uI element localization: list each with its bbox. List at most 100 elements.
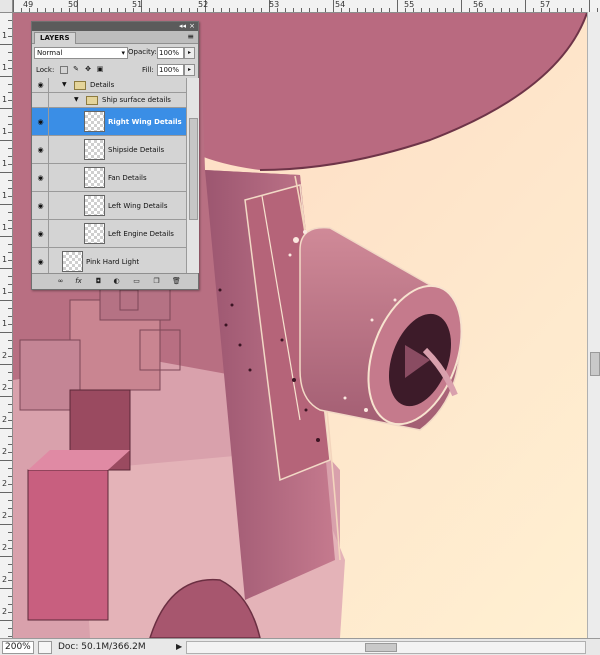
vertical-scrollbar[interactable] [587,12,600,638]
layer-group-details[interactable]: ◉ ▼ Details [32,78,186,93]
layer-row-pink-hard-light[interactable]: ◉ Pink Hard Light [32,248,186,273]
layer-thumbnail [84,139,105,160]
layer-thumbnail [84,195,105,216]
fill-field[interactable]: 100% [157,64,184,76]
ruler-label: 2 [2,575,8,584]
disclosure-triangle-icon[interactable]: ▼ [62,81,67,88]
opacity-field[interactable]: 100% [157,47,184,59]
trash-icon[interactable]: 🗑 [172,277,181,285]
link-icon[interactable]: ∞ [56,277,65,285]
eye-icon: ◉ [37,201,44,210]
layer-row-left-engine-details[interactable]: ◉ Left Engine Details [32,220,186,248]
layer-name: Details [90,81,115,89]
horizontal-scroll-thumb[interactable] [365,643,397,652]
layer-thumbnail [62,251,83,272]
disclosure-triangle-icon[interactable]: ▼ [74,96,79,103]
ruler-label: 1 [2,31,8,40]
close-panel-icon[interactable]: × [189,22,195,31]
horizontal-scrollbar[interactable] [186,641,586,654]
horizontal-ruler[interactable]: 49 50 51 52 53 54 55 56 57 [0,0,600,13]
visibility-toggle[interactable]: ◉ [33,220,49,247]
lock-pixels-icon[interactable]: ✎ [72,65,80,73]
status-menu-arrow-icon[interactable]: ▶ [176,642,182,651]
visibility-toggle[interactable] [33,93,49,107]
ruler-label: 1 [2,223,8,232]
layer-row-left-wing-details[interactable]: ◉ Left Wing Details [32,192,186,220]
layer-group-ship-surface-details[interactable]: ▼ Ship surface details [32,93,186,108]
ruler-label: 53 [269,0,280,9]
new-layer-icon[interactable]: ❐ [152,277,161,285]
ruler-label: 1 [2,95,8,104]
vertical-scroll-thumb[interactable] [590,352,600,376]
ruler-label: 2 [2,607,8,616]
fill-slider-icon[interactable]: ▸ [184,64,195,76]
panel-menu-icon[interactable]: ≡ [187,32,194,42]
ruler-label: 50 [68,0,79,9]
lock-transparency-icon[interactable] [60,66,68,74]
lock-row: Lock: ✎ ✥ ▣ Fill: 100% ▸ [32,61,198,79]
eye-icon: ◉ [37,257,44,266]
layer-thumbnail [84,167,105,188]
collapse-panel-icon[interactable]: ◂◂ [179,22,186,31]
ruler-label: 57 [540,0,551,9]
layer-name: Ship surface details [102,96,171,104]
mask-icon[interactable]: ◘ [94,277,103,285]
visibility-toggle[interactable]: ◉ [33,164,49,191]
document-info-icon[interactable] [38,641,52,654]
eye-icon: ◉ [37,173,44,182]
eye-icon: ◉ [37,117,44,126]
ruler-label: 2 [2,351,8,360]
ruler-label: 54 [335,0,346,9]
ruler-label: 2 [2,383,8,392]
new-group-icon[interactable]: ▭ [132,277,141,285]
visibility-toggle[interactable]: ◉ [33,78,49,92]
ruler-label: 1 [2,319,8,328]
visibility-toggle[interactable]: ◉ [33,192,49,219]
ruler-label: 1 [2,63,8,72]
layer-name: Left Engine Details [108,229,174,238]
visibility-toggle[interactable]: ◉ [33,108,49,135]
eye-icon: ◉ [37,145,44,154]
lock-position-icon[interactable]: ✥ [84,65,92,73]
fx-icon[interactable]: fx [74,277,83,285]
folder-icon [86,96,98,105]
layer-name: Fan Details [108,173,147,182]
opacity-slider-icon[interactable]: ▸ [184,47,195,59]
panel-tab-row: LAYERS ≡ [32,31,198,44]
layers-list: ◉ ▼ Details ▼ Ship surface details ◉ Rig… [32,78,186,273]
layer-thumbnail [84,111,105,132]
vertical-ruler[interactable]: 1 1 1 1 1 1 1 1 1 1 2 2 2 2 2 2 2 2 2 [0,12,13,638]
layer-thumbnail [84,223,105,244]
document-size-info: Doc: 50.1M/366.2M [58,642,146,652]
ruler-label: 2 [2,543,8,552]
chevron-down-icon: ▾ [121,49,125,57]
layer-row-fan-details[interactable]: ◉ Fan Details [32,164,186,192]
adjustment-icon[interactable]: ◐ [112,277,121,285]
visibility-toggle[interactable]: ◉ [33,248,49,273]
eye-icon: ◉ [37,229,44,238]
ruler-label: 1 [2,127,8,136]
ruler-origin[interactable] [0,0,13,13]
layer-row-shipside-details[interactable]: ◉ Shipside Details [32,136,186,164]
layer-name: Shipside Details [108,145,165,154]
ruler-label: 52 [198,0,209,9]
layers-scrollbar[interactable] [186,78,199,273]
eye-icon: ◉ [37,81,44,89]
ruler-label: 49 [23,0,34,9]
visibility-toggle[interactable]: ◉ [33,136,49,163]
layers-scroll-thumb[interactable] [189,118,198,220]
lock-all-icon[interactable]: ▣ [96,65,104,73]
layer-name: Left Wing Details [108,201,168,210]
lock-label: Lock: [36,66,55,74]
zoom-field[interactable]: 200% [2,641,34,654]
ruler-label: 2 [2,479,8,488]
ruler-label: 2 [2,511,8,520]
ruler-label: 51 [132,0,143,9]
layer-row-right-wing-details[interactable]: ◉ Right Wing Details [32,108,186,136]
ruler-label: 1 [2,159,8,168]
layers-panel-footer: ∞ fx ◘ ◐ ▭ ❐ 🗑 [32,273,198,289]
panel-titlebar[interactable]: ◂◂ × [32,22,198,31]
ruler-label: 1 [2,255,8,264]
tab-layers[interactable]: LAYERS [34,32,76,44]
blend-mode-select[interactable]: Normal ▾ [34,47,128,59]
